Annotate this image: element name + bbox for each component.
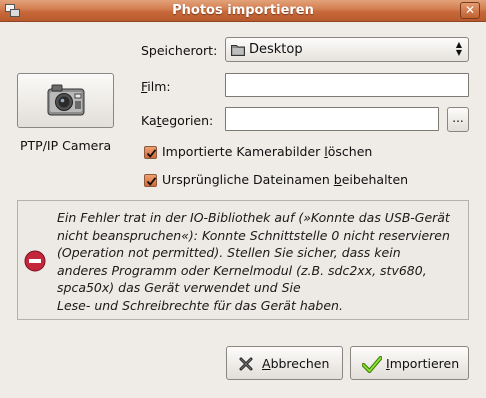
- keep-filenames-checkbox[interactable]: [144, 174, 157, 187]
- device-label: PTP/IP Camera: [20, 138, 112, 153]
- speicherort-combobox[interactable]: Desktop ▲ ▼: [225, 37, 469, 62]
- film-input[interactable]: [225, 73, 469, 97]
- cancel-x-icon: [239, 357, 253, 371]
- checkmark-icon: [146, 177, 157, 186]
- delete-images-checkbox[interactable]: [144, 146, 157, 159]
- import-label: Importieren: [386, 356, 460, 371]
- dropdown-arrows-icon: ▲ ▼: [455, 40, 462, 57]
- ok-check-icon: [362, 356, 382, 373]
- cancel-button[interactable]: Abbrechen: [226, 346, 343, 380]
- import-button[interactable]: Importieren: [350, 346, 469, 380]
- checkmark-icon: [146, 149, 157, 158]
- kategorien-input[interactable]: [225, 107, 439, 131]
- delete-images-label: Importierte Kamerabilder löschen: [162, 144, 373, 159]
- kategorien-browse-button[interactable]: ...: [447, 107, 469, 132]
- error-message-box: Ein Fehler trat in der IO-Bibliothek auf…: [17, 200, 469, 320]
- error-icon: [24, 250, 46, 272]
- camera-icon: [47, 84, 85, 116]
- speicherort-label: Speicherort:: [141, 43, 218, 58]
- close-icon[interactable]: ✕: [460, 2, 480, 19]
- speicherort-value: Desktop: [249, 42, 303, 57]
- error-message-text: Ein Fehler trat in der IO-Bibliothek auf…: [57, 210, 450, 313]
- window-title: Photos importieren: [172, 3, 314, 18]
- folder-icon: [231, 45, 245, 56]
- cancel-label: Abbrechen: [262, 356, 330, 371]
- title-bar: Photos importieren ✕: [0, 0, 486, 22]
- keep-filenames-label: Ursprüngliche Dateinamen beibehalten: [162, 172, 409, 187]
- camera-device-button[interactable]: [17, 73, 114, 128]
- film-label: Film:: [141, 79, 171, 94]
- kategorien-label: Kategorien:: [141, 113, 214, 128]
